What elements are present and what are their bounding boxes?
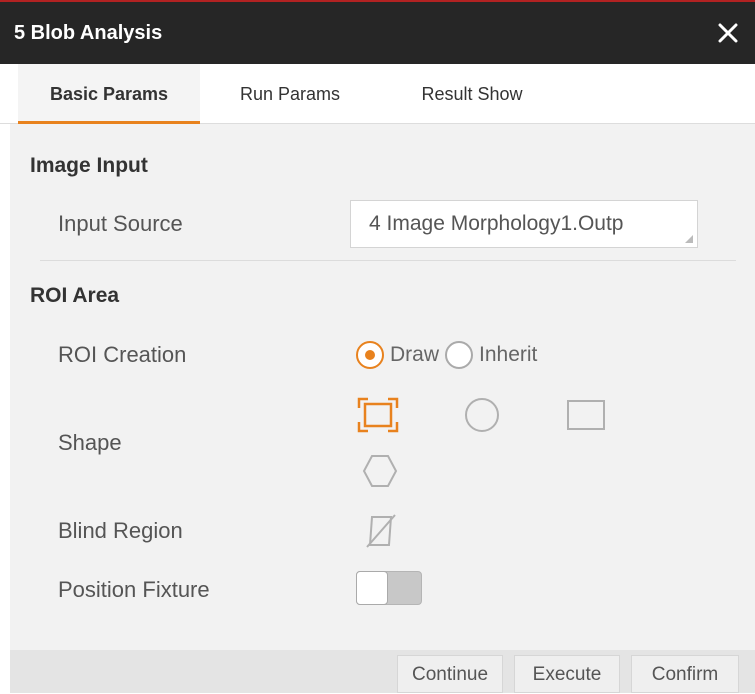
input-source-label: Input Source bbox=[58, 211, 183, 236]
blind-region-icon bbox=[366, 514, 396, 548]
circle-icon bbox=[465, 398, 499, 432]
input-source-value: 4 Image Morphology1.Outp bbox=[369, 212, 624, 235]
close-button[interactable] bbox=[709, 14, 747, 52]
execute-button[interactable]: Execute bbox=[514, 655, 620, 693]
shape-circle[interactable] bbox=[462, 395, 502, 435]
image-input-section-title: Image Input bbox=[30, 154, 148, 177]
radio-inherit[interactable] bbox=[445, 341, 474, 369]
position-fixture-label: Position Fixture bbox=[58, 577, 210, 602]
title-bar[interactable]: 5 Blob Analysis bbox=[0, 2, 755, 64]
window-title: 5 Blob Analysis bbox=[14, 22, 163, 44]
roi-creation-label: ROI Creation bbox=[58, 342, 187, 367]
tab-bar: Basic Params Run Params Result Show bbox=[0, 64, 755, 124]
roi-creation-radio-group: Draw Inherit bbox=[356, 340, 543, 370]
tab-run-params[interactable]: Run Params bbox=[220, 64, 360, 124]
section-divider bbox=[40, 260, 736, 261]
resize-grip-icon bbox=[685, 235, 693, 243]
blob-analysis-dialog: 5 Blob Analysis Basic Params Run Params … bbox=[0, 0, 755, 693]
tab-result-show[interactable]: Result Show bbox=[392, 64, 552, 124]
shape-label: Shape bbox=[58, 430, 122, 455]
radio-draw[interactable] bbox=[356, 341, 384, 369]
close-icon bbox=[718, 23, 738, 43]
position-fixture-toggle[interactable] bbox=[356, 571, 422, 605]
confirm-button[interactable]: Confirm bbox=[631, 655, 739, 693]
rectangle-icon bbox=[567, 400, 605, 430]
blind-region-button[interactable] bbox=[358, 510, 402, 552]
tab-basic-params[interactable]: Basic Params bbox=[18, 64, 200, 124]
polygon-icon bbox=[362, 455, 398, 487]
continue-button[interactable]: Continue bbox=[397, 655, 503, 693]
shape-polygon[interactable] bbox=[360, 452, 400, 490]
full-rectangle-icon bbox=[357, 397, 399, 433]
blind-region-label: Blind Region bbox=[58, 518, 183, 543]
radio-draw-label[interactable]: Draw bbox=[390, 343, 439, 367]
toggle-knob bbox=[356, 571, 388, 605]
radio-inherit-label[interactable]: Inherit bbox=[479, 343, 537, 367]
shape-rectangle[interactable] bbox=[564, 397, 608, 433]
input-source-field[interactable]: 4 Image Morphology1.Outp bbox=[350, 200, 698, 248]
roi-area-section-title: ROI Area bbox=[30, 284, 120, 307]
shape-full-image-rectangle[interactable] bbox=[354, 395, 402, 435]
